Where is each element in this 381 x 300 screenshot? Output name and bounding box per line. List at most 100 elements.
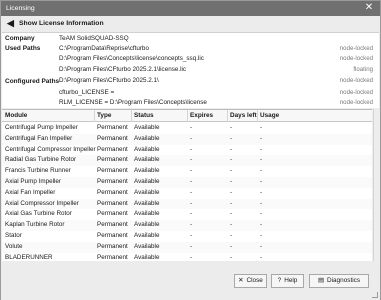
question-icon: ? (277, 277, 282, 284)
modules-table: Module Type Status Expires Days left Usa… (2, 109, 372, 261)
resize-grip-icon[interactable] (372, 292, 378, 298)
cell-expires: - (190, 156, 193, 164)
table-row[interactable]: Axial Gas Turbine Rotor Permanent Availabl… (2, 209, 372, 220)
table-row[interactable]: Kaplan Turbine Rotor Permanent Available - -… (2, 220, 372, 231)
cell-status: Available (134, 242, 160, 250)
cell-expires: - (190, 145, 193, 153)
cell-status: Available (134, 145, 160, 153)
cell-module: Centrifugal Pump Impeller (5, 124, 78, 131)
dialog-footer: ✕ Close ? Help ▤ Diagnostics (1, 262, 380, 300)
cell-module: Axial Compressor Impeller (5, 199, 79, 207)
cell-days-left: - (230, 178, 233, 185)
cell-type: Permanent (97, 156, 128, 164)
cell-type: Permanent (97, 221, 128, 229)
cell-usage: - (260, 210, 263, 218)
cell-module: Axial Gas Turbine Rotor (5, 210, 72, 218)
cell-status: Available (134, 232, 160, 239)
used-path-status: node-locked (339, 55, 373, 62)
cell-type: Permanent (97, 242, 128, 250)
cell-days-left: - (230, 167, 233, 175)
cell-expires: - (190, 199, 193, 207)
cell-usage: - (260, 156, 263, 164)
window-close-icon[interactable]: ✕ (362, 1, 376, 16)
column-divider[interactable] (131, 110, 132, 122)
cell-usage: - (260, 188, 263, 196)
table-row[interactable]: Stator Permanent Available - - - (2, 231, 372, 242)
page-title: Show License Information (19, 20, 104, 27)
cell-type: Permanent (97, 145, 128, 153)
table-row[interactable]: Axial Fan Impeller Permanent Available - - - (2, 188, 372, 199)
column-header-days-left[interactable]: Days left (230, 111, 257, 121)
cell-expires: - (190, 242, 193, 250)
used-path: D:\Program Files\CFturbo 2025.2.1\ (59, 77, 159, 84)
used-paths-label: Used Paths (5, 45, 41, 52)
cell-type: Permanent (97, 188, 128, 196)
table-row[interactable]: Centrifugal Fan Impeller Permanent Availab… (2, 133, 372, 145)
cell-usage: - (260, 124, 263, 131)
table-row[interactable]: Axial Pump Impeller Permanent Available - - - (2, 177, 372, 188)
header-bar: ◀ Show License Information (1, 16, 380, 32)
cell-days-left: - (230, 242, 233, 250)
license-info-panel: Company TeAM SolidSQUAD-SSQ Used Paths C… (2, 32, 379, 108)
cell-days-left: - (230, 145, 233, 153)
close-button[interactable]: ✕ Close (234, 274, 267, 288)
cell-expires: - (190, 178, 193, 185)
column-divider[interactable] (227, 110, 228, 122)
used-path-status: floating (353, 66, 373, 73)
cell-module: Francis Turbine Runner (5, 167, 71, 175)
column-header-expires[interactable]: Expires (190, 111, 213, 121)
table-row[interactable]: Axial Compressor Impeller Permanent Availa… (2, 198, 372, 210)
table-row[interactable]: Volute Permanent Available - - - (2, 241, 372, 253)
diagnostics-button[interactable]: ▤ Diagnostics (309, 274, 369, 288)
cell-expires: - (190, 221, 193, 229)
column-divider[interactable] (187, 110, 188, 122)
cell-type: Permanent (97, 210, 128, 218)
cell-status: Available (134, 167, 160, 175)
configured-paths-label: Configured Paths (5, 78, 60, 85)
column-divider[interactable] (257, 110, 258, 122)
cell-type: Permanent (97, 199, 128, 207)
cell-usage: - (260, 134, 263, 142)
configured-path: RLM_LICENSE = D:\Program Files\Concepts\… (59, 99, 207, 106)
cell-status: Available (134, 253, 160, 261)
used-path-status: node-locked (339, 45, 373, 52)
cell-usage: - (260, 145, 263, 153)
cell-days-left: - (230, 124, 233, 131)
cell-type: Permanent (97, 124, 128, 131)
table-row[interactable]: Centrifugal Pump Impeller Permanent Availa… (2, 123, 372, 134)
back-arrow-icon[interactable]: ◀ (7, 18, 17, 29)
configured-path: cfturbo_LICENSE = (59, 89, 115, 96)
column-header-module[interactable]: Module (5, 111, 27, 121)
cell-days-left: - (230, 253, 233, 261)
cell-module: Volute (5, 242, 23, 250)
table-row[interactable]: Centrifugal Compressor Impeller Permanent… (2, 145, 372, 156)
cell-usage: - (260, 167, 263, 175)
help-button[interactable]: ? Help (271, 274, 304, 288)
cell-usage: - (260, 178, 263, 185)
table-row[interactable]: BLADERUNNER Permanent Available - - - (2, 253, 372, 261)
column-header-status[interactable]: Status (134, 111, 154, 121)
column-header-type[interactable]: Type (97, 111, 111, 121)
cell-status: Available (134, 124, 160, 131)
table-row[interactable]: Radial Gas Turbine Rotor Permanent Availab… (2, 155, 372, 167)
cell-expires: - (190, 167, 193, 175)
window-title: Licensing (6, 5, 35, 12)
cell-module: Stator (5, 232, 22, 239)
table-row[interactable]: Francis Turbine Runner Permanent Available… (2, 166, 372, 177)
used-path-status: node-locked (339, 77, 373, 84)
cell-status: Available (134, 188, 160, 196)
table-scrollbar[interactable] (373, 109, 380, 261)
cell-module: Kaplan Turbine Rotor (5, 221, 65, 229)
cell-status: Available (134, 178, 160, 185)
cell-status: Available (134, 210, 160, 218)
column-header-usage[interactable]: Usage (260, 111, 279, 121)
company-label: Company (5, 35, 35, 42)
help-button-label: Help (284, 277, 298, 284)
cell-type: Permanent (97, 134, 128, 142)
cell-module: Axial Pump Impeller (5, 178, 61, 185)
cell-expires: - (190, 134, 193, 142)
x-icon: ✕ (238, 277, 244, 284)
cell-expires: - (190, 124, 193, 131)
column-divider[interactable] (94, 110, 95, 122)
cell-days-left: - (230, 199, 233, 207)
